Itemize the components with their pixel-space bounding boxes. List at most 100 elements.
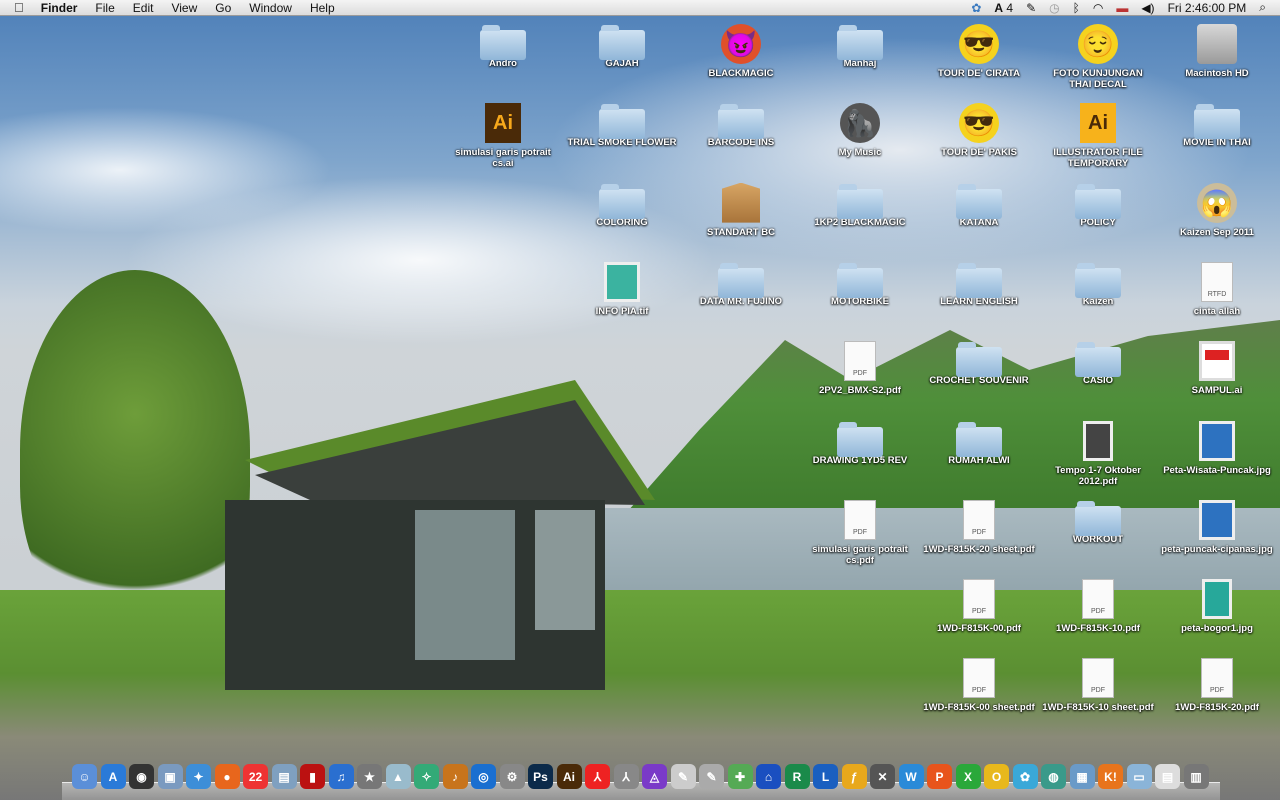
dock-outlook-icon[interactable]: O <box>984 764 1009 789</box>
flag-icon[interactable]: ▬ <box>1116 1 1128 15</box>
dock-messenger-icon[interactable]: ✿ <box>1012 764 1038 789</box>
desktop-item[interactable]: RTFD cinta allah <box>1161 261 1273 317</box>
desktop-item[interactable]: BARCODE INS <box>685 103 797 148</box>
desktop-item[interactable]: DRAWING 1YD5 REV <box>804 421 916 466</box>
menu-window[interactable]: Window <box>240 1 301 15</box>
dock-documents-stack-icon[interactable]: ▤ <box>1155 764 1180 789</box>
desktop-item[interactable]: SAMPUL.ai <box>1161 341 1273 396</box>
dock-acrobat-pro-icon[interactable]: ⅄ <box>613 764 639 789</box>
desktop-item[interactable]: 🦍 My Music <box>804 103 916 158</box>
desktop-item[interactable]: STANDART BC <box>685 182 797 238</box>
desktop-item[interactable]: RUMAH ALWI <box>923 421 1035 466</box>
dock-powerpoint-icon[interactable]: P <box>927 764 952 789</box>
desktop-item[interactable]: GAJAH <box>566 24 678 69</box>
menu-go[interactable]: Go <box>206 1 240 15</box>
desktop-item[interactable]: Andro <box>447 24 559 69</box>
desktop-item[interactable]: peta-bogor1.jpg <box>1161 579 1273 634</box>
dock-firefox-icon[interactable]: ● <box>214 764 240 789</box>
desktop-item[interactable]: 1KP2 BLACKMAGIC <box>804 183 916 228</box>
dock-photoshop-icon[interactable]: Ps <box>528 764 553 789</box>
desktop-item[interactable]: Tempo 1-7 Oktober 2012.pdf <box>1042 420 1154 487</box>
desktop-item[interactable]: COLORING <box>566 183 678 228</box>
dock-script-editor-icon[interactable]: ✎ <box>699 764 724 789</box>
desktop-item[interactable]: Macintosh HD <box>1161 24 1273 79</box>
desktop-item[interactable]: LEARN ENGLISH <box>923 262 1035 307</box>
desktop-item[interactable]: PDF 1WD-F815K-20.pdf <box>1161 658 1273 713</box>
dock-xcode-tools-icon[interactable]: ✧ <box>414 764 439 789</box>
desktop-item[interactable]: 😈 BLACKMAGIC <box>685 24 797 79</box>
desktop-item[interactable]: MOTORBIKE <box>804 262 916 307</box>
bluetooth-icon[interactable]: ᛒ <box>1073 1 1080 15</box>
spotlight-icon[interactable]: ⌕ <box>1259 0 1266 15</box>
desktop-item[interactable]: PDF 1WD-F815K-00 sheet.pdf <box>923 658 1035 713</box>
dock-illustrator-icon[interactable]: Ai <box>556 764 582 789</box>
dock-blue-app-icon[interactable]: L <box>813 764 838 789</box>
desktop-item[interactable]: MOVIE IN THAI <box>1161 103 1273 148</box>
desktop-item[interactable]: KATANA <box>923 183 1035 228</box>
wifi-icon[interactable]: ◠ <box>1093 1 1103 15</box>
dock-network-icon[interactable]: ◍ <box>1041 764 1066 789</box>
dock-keynote-app-icon[interactable]: K! <box>1098 764 1123 789</box>
dock-calendar-icon[interactable]: 22 <box>243 764 268 789</box>
dock-preview-icon[interactable]: ▣ <box>157 764 183 789</box>
desktop-item[interactable]: CROCHET SOUVENIR <box>923 341 1035 386</box>
dock-preview-2-icon[interactable]: ▲ <box>385 764 411 789</box>
sync-icon[interactable]: ✿ <box>971 1 981 15</box>
dock-word-icon[interactable]: W <box>898 764 924 789</box>
dock-photo-booth-icon[interactable]: ▮ <box>300 764 325 789</box>
menu-app-finder[interactable]: Finder <box>32 1 87 15</box>
time-machine-icon[interactable]: ◷ <box>1049 1 1059 15</box>
dock-excel-icon[interactable]: X <box>955 764 981 789</box>
desktop-item[interactable]: 😱 Kaizen Sep 2011 <box>1161 182 1273 238</box>
menu-file[interactable]: File <box>86 1 123 15</box>
desktop-item[interactable]: Manhaj <box>804 24 916 69</box>
volume-icon[interactable]: ◀) <box>1141 1 1154 15</box>
menu-edit[interactable]: Edit <box>124 1 163 15</box>
desktop-item[interactable]: 😎 TOUR DE' PAKIS <box>923 103 1035 158</box>
desktop-item[interactable]: peta-puncak-cipanas.jpg <box>1161 499 1273 555</box>
desktop-item[interactable]: PDF 1WD-F815K-20 sheet.pdf <box>923 499 1035 555</box>
dock-acrobat-reader-icon[interactable]: ⅄ <box>585 764 610 789</box>
desktop-item[interactable]: 😌 FOTO KUNJUNGAN THAI DECAL <box>1042 24 1154 90</box>
desktop-item[interactable]: POLICY <box>1042 183 1154 228</box>
desktop-item[interactable]: PDF simulasi garis potrait cs.pdf <box>804 499 916 566</box>
dock-autodesk-icon[interactable]: ◬ <box>642 764 667 789</box>
desktop-item[interactable]: CASIO <box>1042 341 1154 386</box>
dock-imovie-icon[interactable]: ★ <box>357 764 382 789</box>
desktop-item[interactable]: PDF 1WD-F815K-00.pdf <box>923 579 1035 634</box>
dock-itunes-icon[interactable]: ♫ <box>328 764 354 789</box>
dock-maps-icon[interactable]: ✚ <box>727 764 753 789</box>
dock-flash-icon[interactable]: ƒ <box>841 764 867 789</box>
desktop-item[interactable]: WORKOUT <box>1042 500 1154 545</box>
dock-utilities-icon[interactable]: ✕ <box>870 764 895 789</box>
desktop-item[interactable]: INFO PIA.tif <box>566 261 678 317</box>
menu-help[interactable]: Help <box>301 1 344 15</box>
dock-image-app-icon[interactable]: ▦ <box>1069 764 1095 789</box>
dock-iphoto-icon[interactable]: ▤ <box>271 764 297 789</box>
desktop-item[interactable]: PDF 2PV2_BMX-S2.pdf <box>804 341 916 396</box>
desktop-item[interactable]: Ai simulasi garis potrait cs.ai <box>447 103 559 169</box>
dock-dashboard-icon[interactable]: ◉ <box>129 764 154 789</box>
apple-menu-icon[interactable]:  <box>0 0 32 15</box>
clock[interactable]: Fri 2:46:00 PM <box>1168 1 1247 15</box>
adobe-status[interactable]: A 4 <box>994 1 1013 15</box>
dock-safari-icon[interactable]: ✦ <box>186 764 211 789</box>
dock-trash-icon[interactable]: ▥ <box>1183 764 1209 789</box>
dock-system-preferences-icon[interactable]: ⚙ <box>499 764 525 789</box>
script-icon[interactable]: ✎ <box>1026 1 1036 15</box>
dock-dvd-player-icon[interactable]: ◎ <box>471 764 496 789</box>
dock-garageband-icon[interactable]: ♪ <box>442 764 468 789</box>
dock-finder-icon[interactable]: ☺ <box>72 764 97 789</box>
dock-applications-folder-icon[interactable]: ▭ <box>1126 764 1152 789</box>
dock-textedit-icon[interactable]: ✎ <box>670 764 696 789</box>
dock-green-app-icon[interactable]: R <box>784 764 810 789</box>
desktop-item[interactable]: PDF 1WD-F815K-10.pdf <box>1042 579 1154 634</box>
desktop-item[interactable]: PDF 1WD-F815K-10 sheet.pdf <box>1042 658 1154 713</box>
desktop-item[interactable]: Ai ILLUSTRATOR FILE TEMPORARY <box>1042 103 1154 169</box>
desktop-item[interactable]: DATA MR. FUJINO <box>685 262 797 307</box>
desktop-item[interactable]: Peta-Wisata-Puncak.jpg <box>1161 420 1273 476</box>
desktop-item[interactable]: 😎 TOUR DE' CIRATA <box>923 24 1035 79</box>
desktop-item[interactable]: Kaizen <box>1042 262 1154 307</box>
desktop-item[interactable]: TRIAL SMOKE FLOWER <box>566 103 678 148</box>
dock-home-app-icon[interactable]: ⌂ <box>756 764 781 789</box>
